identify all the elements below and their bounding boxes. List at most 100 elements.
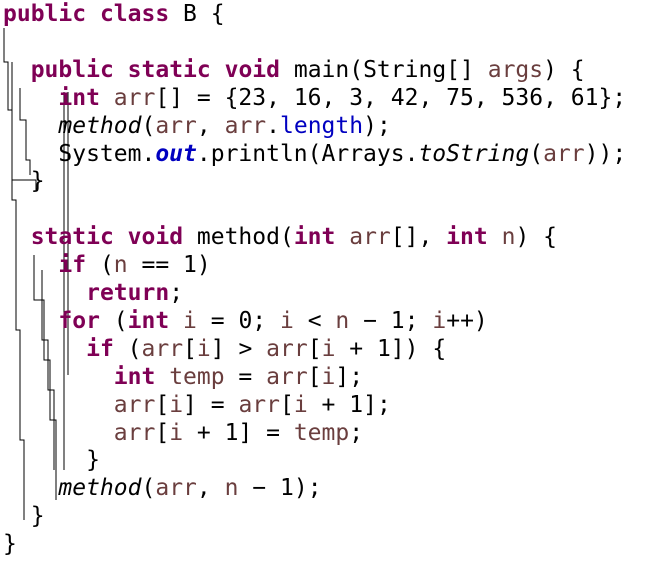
code-line: } [3,502,45,530]
code-token: static [30,224,114,251]
code-token: . [266,112,280,139]
code-token: [ [279,391,294,418]
code-token: int [127,307,170,334]
code-token: ( [86,252,114,279]
code-token: [ [183,335,197,362]
code-token: + 1] = [183,419,294,446]
code-token: [ [307,363,322,390]
code-token: method( [183,224,294,251]
code-token: ; [349,419,364,446]
code-token: void [224,56,280,83]
code-token: void [127,224,184,251]
code-token: − 1; [349,307,433,334]
code-line: } [3,530,17,558]
code-token: int [113,363,156,390]
code-token: n [113,252,128,279]
code-token: class [99,1,170,27]
code-token: i [196,335,211,362]
code-token: ( [529,140,544,167]
code-token: ; [169,280,184,306]
code-token: arr [224,112,267,139]
code-line: public static void main(String[] args) { [3,56,585,84]
code-token: temp [293,419,350,446]
code-token: i [321,335,336,362]
code-token: )); [584,140,627,167]
code-token: , [196,112,225,139]
code-line: System.out.println(Arrays.toString(arr))… [3,140,626,168]
code-line: return; [3,279,183,307]
code-token: arr [113,84,156,111]
code-token: [ [155,419,170,446]
code-token: ( [141,112,156,139]
code-token: B { [169,1,225,27]
code-token: [] = {23, 16, 3, 42, 75, 536, 61}; [155,84,627,111]
code-token: } [3,503,45,530]
code-line: } [3,167,45,195]
code-line: int arr[] = {23, 16, 3, 42, 75, 536, 61}… [3,84,626,112]
code-line: int temp = arr[i]; [3,363,363,391]
code-token: public [3,1,87,27]
code-token: i [321,363,336,390]
code-token: int [58,84,100,111]
code-line: arr[i + 1] = temp; [3,419,363,447]
code-token: i [169,419,184,446]
code-view: public class B { public static void main… [0,0,664,564]
code-line: public class B { [3,0,225,28]
code-token: ( [141,475,156,502]
code-token: method [58,112,142,139]
code-token: out [155,140,197,167]
code-token: ) { [543,56,585,83]
code-line: static void method(int arr[], int n) { [3,223,557,251]
code-token: arr [349,224,391,251]
code-token: n [501,224,516,251]
code-token: if [58,252,87,279]
code-token: int [293,224,336,251]
code-token: args [487,56,544,83]
code-token: + 1]; [307,391,391,418]
code-token: n [335,307,350,334]
code-token: [ [307,335,322,362]
code-line: if (arr[i] > arr[i + 1]) { [3,335,446,363]
code-token: } [3,531,17,558]
code-token: toString [418,140,530,167]
code-token: = [224,363,267,390]
code-token: ); [363,112,391,139]
code-line: method(arr, n − 1); [3,474,322,502]
code-token: return [86,280,170,306]
code-token: i [432,307,447,334]
code-token: arr [155,112,197,139]
code-token: ]; [335,363,364,390]
code-token: = 0; [196,307,280,334]
code-token: arr [543,140,585,167]
code-token: i [169,391,184,418]
code-token: n [224,475,239,502]
code-token: , [196,475,225,502]
code-token: [ [155,391,170,418]
code-token: arr [266,363,308,390]
code-token: arr [141,335,184,362]
code-token: i [293,391,308,418]
code-token: } [3,447,100,474]
code-token: − 1); [238,475,322,502]
code-token: ( [99,307,128,334]
code-token: main(String[] [280,56,488,83]
code-token: } [3,168,45,195]
code-token: System. [3,140,156,167]
code-token: .println(Arrays. [196,140,419,167]
